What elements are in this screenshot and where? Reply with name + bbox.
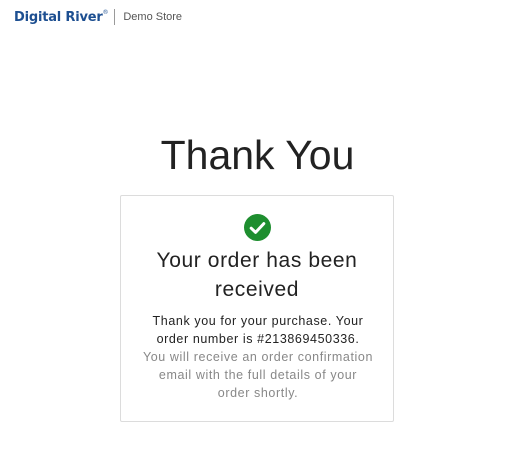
order-received-heading-line2: received	[214, 278, 300, 301]
logo-divider	[114, 9, 116, 25]
confirmation-email-line2: email with the full details of your	[158, 368, 358, 382]
page-title: Thank You	[160, 132, 355, 178]
order-number-message-line2: order number is #213869450336.	[156, 332, 360, 346]
order-confirmation-card: Your order has been received Thank you f…	[120, 195, 394, 422]
logo-brand-text: Digital River	[14, 9, 103, 25]
store-name: Demo Store	[123, 11, 183, 23]
confirmation-email-message: You will receive an order confirmation e…	[129, 348, 387, 402]
confirmation-email-line3: order shortly.	[217, 386, 299, 400]
logo-trademark: ®	[102, 8, 109, 16]
order-number-message: Thank you for your purchase. Your order …	[129, 312, 387, 348]
checkmark-circle-icon	[244, 214, 271, 241]
digital-river-logo[interactable]: Digital River®	[14, 8, 109, 25]
site-header: Digital River® Demo Store	[14, 7, 182, 27]
order-received-heading-line1: Your order has been	[156, 249, 358, 272]
order-number-message-line1: Thank you for your purchase. Your	[152, 314, 364, 328]
order-received-heading: Your order has been received	[121, 246, 393, 304]
confirmation-email-line1: You will receive an order confirmation	[142, 350, 374, 364]
